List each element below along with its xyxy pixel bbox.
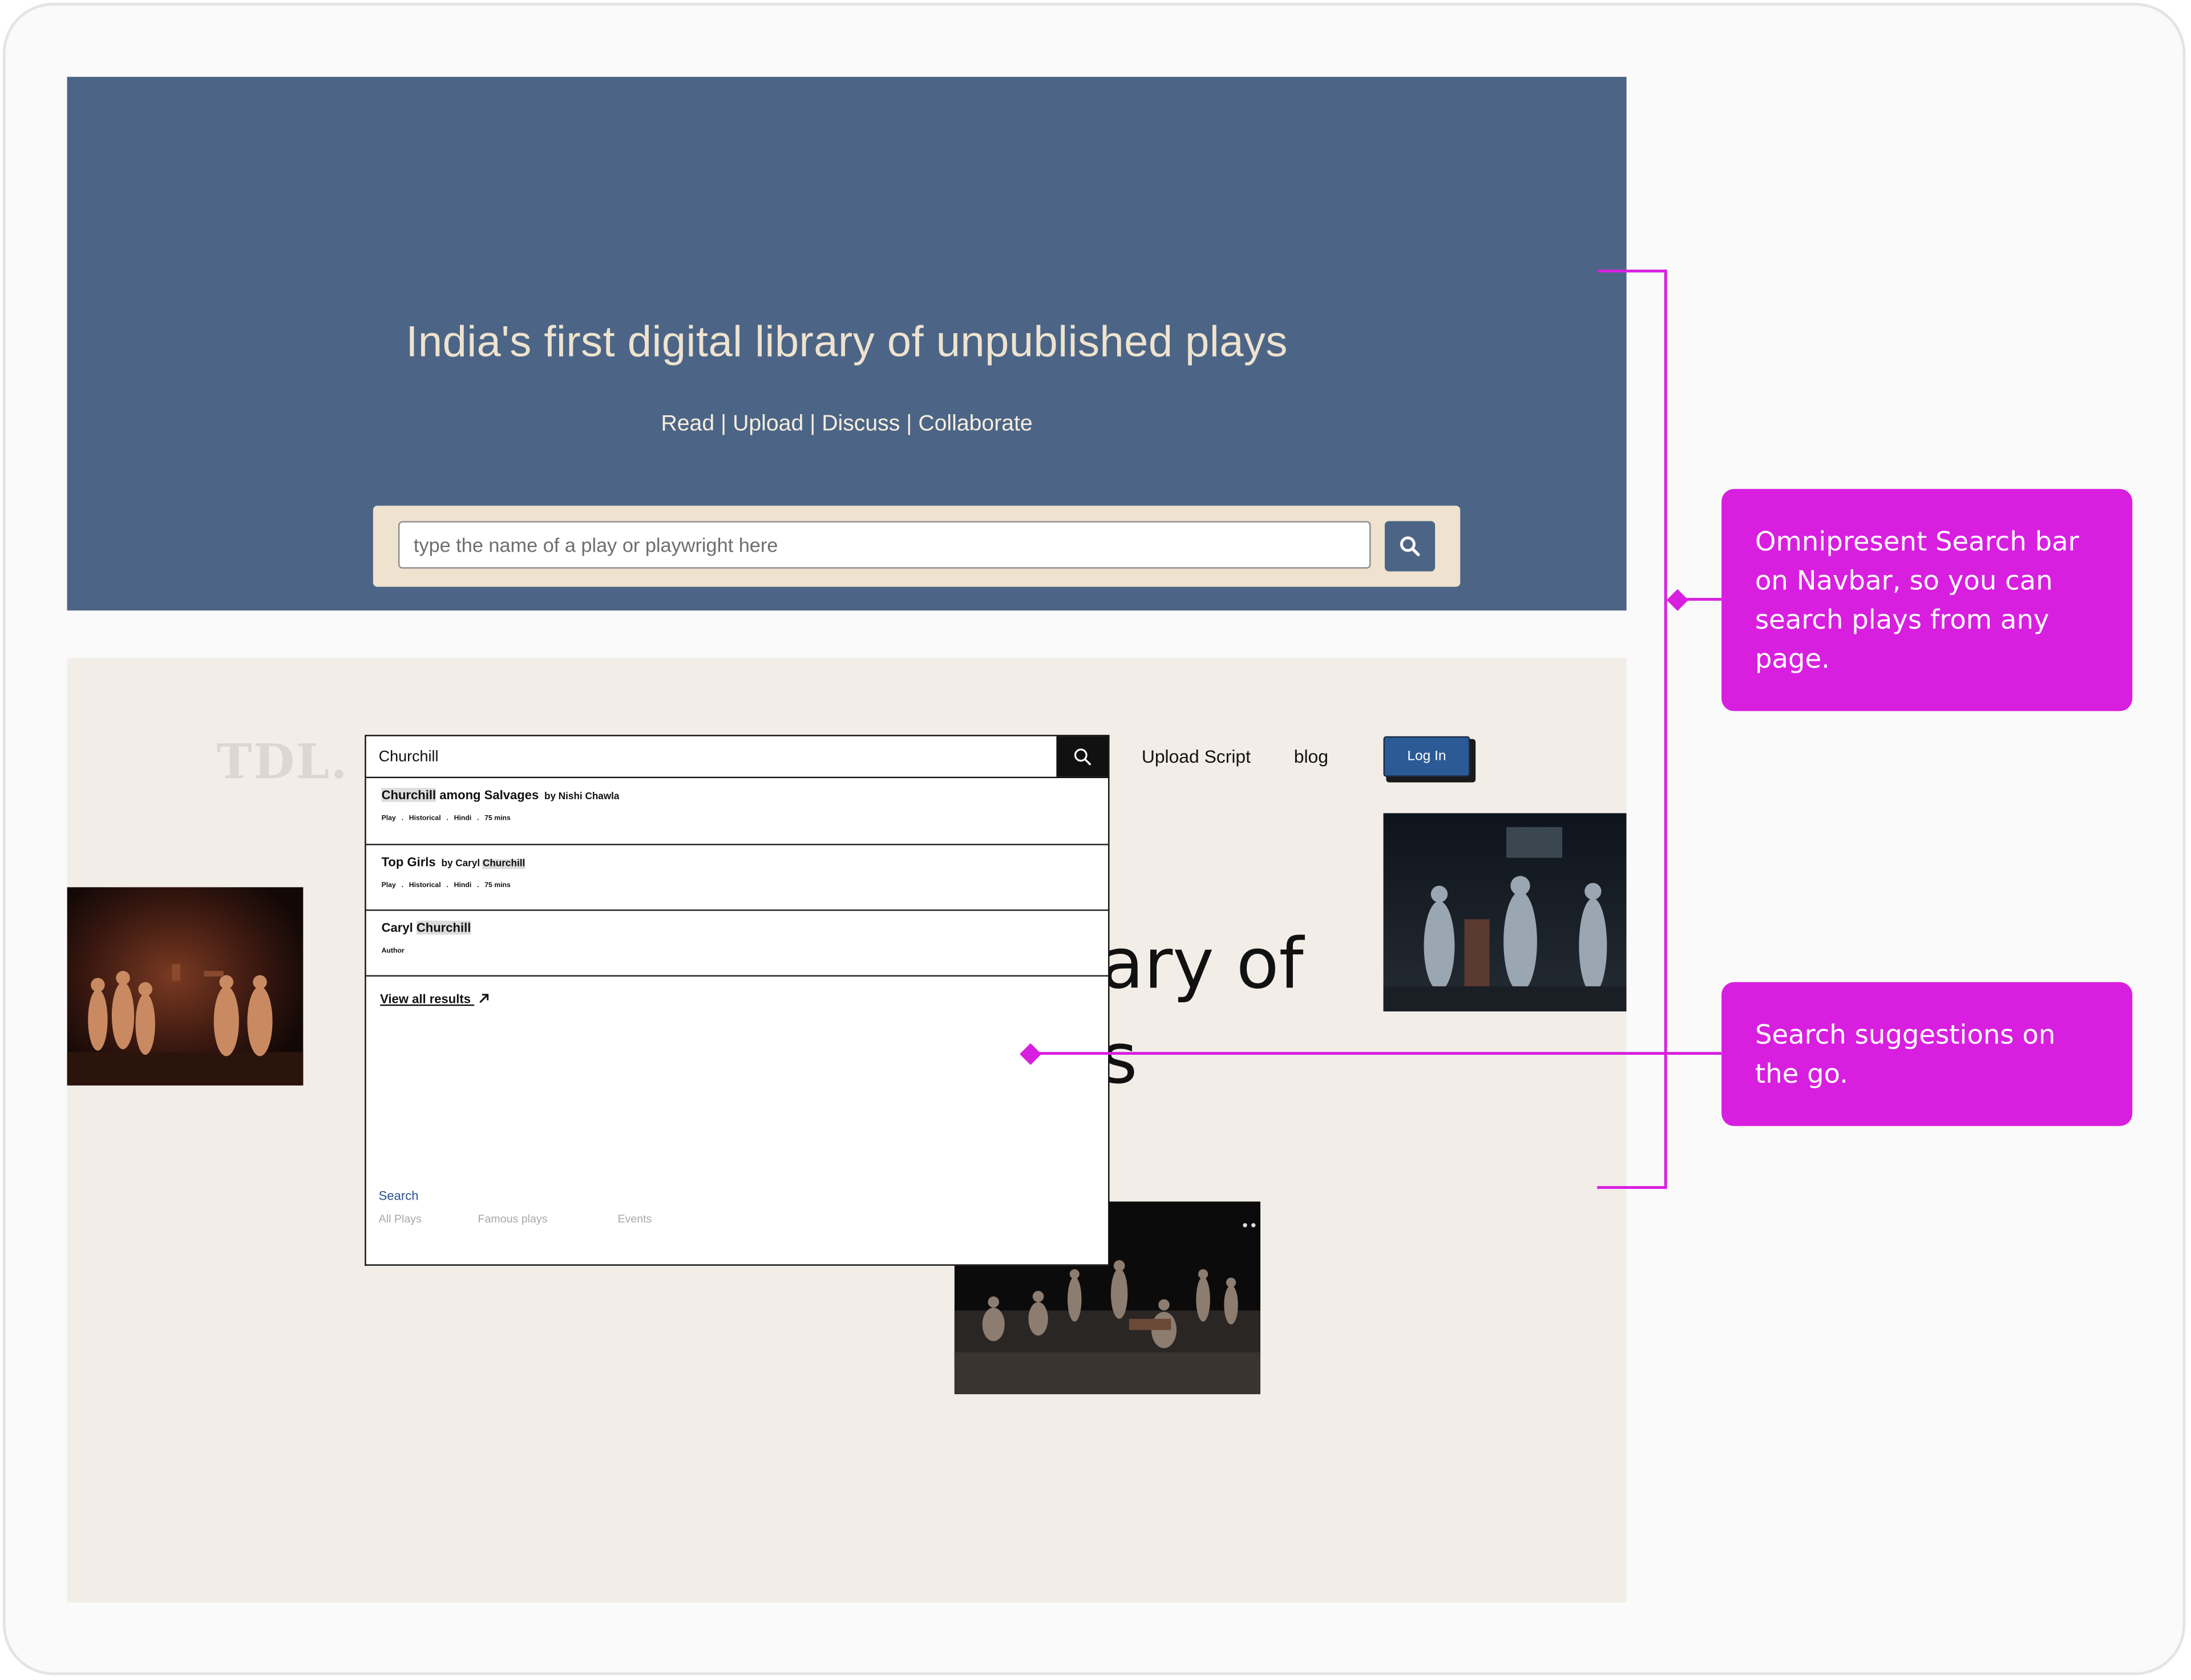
login-button[interactable]: Log In bbox=[1383, 736, 1470, 777]
tab-all-plays[interactable]: All Plays bbox=[379, 1213, 422, 1225]
meta-type: Play bbox=[381, 814, 396, 823]
search-icon bbox=[1074, 748, 1091, 766]
suggestion-author: by Caryl Churchill bbox=[442, 859, 525, 869]
hero-title: India's first digital library of unpubli… bbox=[406, 317, 1288, 366]
suggestion-author: by Nishi Chawla bbox=[544, 792, 620, 802]
suggestion-title-highlight: Churchill bbox=[381, 788, 436, 802]
suggestion-item[interactable]: Top Girls by Caryl Churchill Play. Histori… bbox=[366, 845, 1109, 911]
suggestion-title-highlight: Churchill bbox=[416, 920, 471, 935]
suggestion-author-highlight: Churchill bbox=[482, 859, 525, 869]
bracket-top-arm bbox=[1597, 269, 1667, 273]
stage-photo-left bbox=[67, 887, 304, 1086]
navbar-search-button[interactable] bbox=[1056, 736, 1109, 777]
hero-search-button[interactable] bbox=[1384, 521, 1436, 572]
meta-dot: . bbox=[401, 814, 403, 823]
meta-dot: . bbox=[446, 814, 448, 823]
landing-page-preview: TDL. ary of s Upload Script blog Log In … bbox=[67, 658, 1627, 1603]
suggestion-meta: Author bbox=[382, 947, 410, 956]
search-suggestions-dropdown: Churchill among Salvages by Nishi Chawla … bbox=[365, 778, 1110, 1266]
connector-line-top bbox=[1679, 598, 1722, 601]
meta-type: Play bbox=[381, 881, 396, 890]
meta-dot: . bbox=[477, 814, 479, 823]
search-icon bbox=[1400, 536, 1420, 556]
meta-language: Hindi bbox=[454, 881, 472, 890]
hero-search-input[interactable] bbox=[398, 521, 1371, 569]
search-section-label: Search bbox=[378, 1189, 419, 1203]
bracket-vertical bbox=[1664, 269, 1667, 1189]
annotation-search-suggestions: Search suggestions on the go. bbox=[1721, 982, 2133, 1126]
view-all-label: View all results bbox=[380, 991, 471, 1006]
suggestion-item[interactable]: Caryl Churchill Author bbox=[366, 911, 1109, 977]
meta-dot: . bbox=[401, 881, 403, 890]
meta-type: Author bbox=[381, 947, 405, 956]
suggestion-title: Churchill among Salvages by Nishi Chawla bbox=[381, 788, 620, 802]
meta-genre: Historical bbox=[409, 814, 441, 823]
connector-line-bottom bbox=[1031, 1052, 1722, 1055]
suggestion-author-prefix: by Caryl bbox=[441, 859, 483, 869]
navbar-search-bar bbox=[365, 735, 1110, 779]
navbar-search-input[interactable] bbox=[366, 736, 1057, 777]
hero-banner: India's first digital library of unpubli… bbox=[67, 76, 1627, 611]
meta-dot: . bbox=[477, 881, 479, 890]
stage-photo-right bbox=[1383, 813, 1627, 1012]
meta-language: Hindi bbox=[454, 814, 472, 823]
meta-dot: . bbox=[446, 881, 448, 890]
suggestion-item[interactable]: Churchill among Salvages by Nishi Chawla … bbox=[366, 778, 1109, 845]
view-all-results-link[interactable]: View all results bbox=[380, 992, 491, 1006]
suggestion-title: Top Girls by Caryl Churchill bbox=[382, 855, 525, 869]
suggestion-meta: Play. Historical. Hindi. 75 mins bbox=[382, 815, 516, 823]
hero-subtitle: Read | Upload | Discuss | Collaborate bbox=[661, 412, 1033, 436]
tab-events[interactable]: Events bbox=[617, 1213, 652, 1225]
suggestion-title: Caryl Churchill bbox=[381, 920, 471, 935]
suggestion-title-text: Top Girls bbox=[381, 855, 436, 869]
nav-blog[interactable]: blog bbox=[1294, 746, 1328, 767]
meta-duration: 75 mins bbox=[484, 814, 511, 823]
tab-famous-plays[interactable]: Famous plays bbox=[478, 1213, 548, 1225]
arrow-up-right-icon bbox=[480, 994, 490, 1003]
suggestion-meta: Play. Historical. Hindi. 75 mins bbox=[382, 881, 516, 890]
nav-upload-script[interactable]: Upload Script bbox=[1142, 746, 1251, 767]
hero-search-bar bbox=[373, 505, 1461, 587]
site-logo[interactable]: TDL. bbox=[217, 735, 349, 791]
hero-heading-fragment: ary of bbox=[1101, 923, 1304, 1005]
suggestion-title-rest: among Salvages bbox=[436, 788, 539, 802]
annotated-screenshot: India's first digital library of unpubli… bbox=[0, 0, 2191, 1679]
meta-duration: 75 mins bbox=[484, 881, 511, 890]
suggestion-title-prefix: Caryl bbox=[381, 920, 417, 935]
meta-genre: Historical bbox=[409, 881, 441, 890]
bracket-bottom-arm bbox=[1597, 1186, 1667, 1189]
annotation-navbar-search: Omnipresent Search bar on Navbar, so you… bbox=[1721, 489, 2133, 711]
